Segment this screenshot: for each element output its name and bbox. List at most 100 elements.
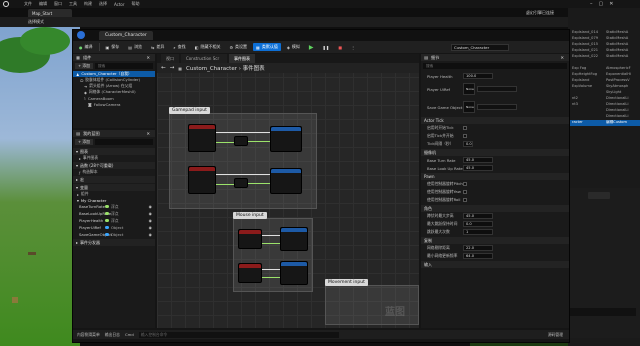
class-settings-button[interactable]: ⚙ 类设置 [226, 43, 250, 51]
debug-target-select[interactable]: Custom_Character [451, 43, 510, 51]
player-uiref-thumbnail[interactable]: None [463, 83, 475, 95]
diff-button[interactable]: ⇆ 差异 [148, 43, 167, 51]
use-pitch-checkbox[interactable] [463, 182, 467, 186]
comment-box[interactable]: Gamepad input [169, 107, 317, 209]
construction-script-item[interactable]: ƒ 构造脚本 [73, 169, 155, 175]
jump-max-count-field[interactable]: 1 [463, 229, 493, 235]
tab-viewport[interactable]: 视口 [161, 54, 179, 63]
menu-tools[interactable]: 工具 [69, 1, 77, 7]
select-mode-button[interactable]: 选择模式 [28, 19, 44, 25]
details-search-input[interactable]: 搜索 [423, 63, 567, 69]
save-game-thumbnail[interactable]: None [463, 101, 475, 113]
stop-button[interactable]: ■ [335, 43, 345, 51]
variable-row[interactable]: BaseTurnRate 浮点 ◉ [73, 203, 155, 210]
graph-node[interactable] [238, 229, 262, 249]
camera-section[interactable]: 摄像机 [421, 149, 569, 156]
more-options-icon[interactable]: ⋮ [348, 43, 358, 51]
add-component-button[interactable]: + 添加 [75, 63, 93, 69]
compile-button[interactable]: ● 编译 [76, 43, 96, 51]
close-icon[interactable]: ✕ [146, 55, 150, 60]
input-section[interactable]: 输入 [421, 261, 569, 268]
min-net-update-field[interactable]: 64.0 [463, 253, 493, 259]
menu-window[interactable]: 窗口 [54, 1, 62, 7]
close-icon[interactable]: ✕ [146, 131, 150, 136]
close-icon[interactable]: ✕ [560, 55, 564, 60]
menu-help[interactable]: 帮助 [132, 1, 140, 7]
player-uiref-select[interactable] [477, 86, 517, 92]
player-health-field[interactable]: 100.0 [463, 73, 493, 79]
save-game-select[interactable] [477, 104, 517, 110]
base-look-up-rate-field[interactable]: 45.0 [463, 165, 493, 171]
graph-node[interactable] [280, 227, 308, 251]
visibility-eye-icon[interactable]: ◉ [149, 211, 152, 216]
variable-row[interactable]: PlayerUiRef Object ◉ [73, 224, 155, 231]
variable-row[interactable]: SaveGameObject Object ◉ [73, 231, 155, 238]
start-tick-checkbox[interactable] [463, 126, 467, 130]
graph-breadcrumb[interactable]: Custom_Character › 事件图表 [186, 64, 265, 72]
cmd-dropdown[interactable]: Cmd [125, 332, 134, 337]
browse-button[interactable]: ▤ 浏览 [125, 43, 145, 51]
hide-unrelated-button[interactable]: ◧ 隐藏不相关 [192, 43, 224, 51]
transform-field[interactable] [570, 308, 636, 316]
graph-node[interactable] [238, 263, 262, 283]
graph-node[interactable] [188, 124, 216, 152]
functions-section[interactable]: ▾ 函数 (28个可重载) [73, 162, 155, 169]
outliner-row[interactable]: racter 编辑Custom [570, 120, 640, 126]
tick-interval-field[interactable]: 0.0 [463, 141, 473, 147]
menu-build[interactable]: 构建 [84, 1, 92, 7]
graph-node[interactable] [280, 261, 308, 285]
macros-section[interactable]: ▸ 宏 [73, 176, 155, 183]
find-button[interactable]: ⌕ 查找 [170, 43, 188, 51]
character-section[interactable]: 角色 [421, 205, 569, 212]
visibility-eye-icon[interactable]: ◉ [149, 225, 152, 230]
net-cull-distance-field[interactable]: 22.0 [463, 245, 493, 251]
event-graph-canvas[interactable]: ← → ▦ Custom_Character › 事件图表 Gamepad in… [157, 63, 419, 328]
use-yaw-checkbox[interactable] [463, 190, 467, 194]
graphs-section[interactable]: ▾ 图表 [73, 148, 155, 155]
source-control-button[interactable]: 源码管理 [548, 332, 563, 338]
graph-node[interactable] [234, 136, 248, 146]
event-graph-item[interactable]: ▸ 事件图表 [73, 155, 155, 161]
pause-button[interactable]: ❚❚ [320, 43, 333, 51]
variable-row[interactable]: PlayerHealth 浮点 ◉ [73, 217, 155, 224]
pawn-section[interactable]: Pawn [421, 173, 569, 180]
add-member-button[interactable]: + 添加 [75, 139, 93, 145]
simulate-button[interactable]: ◈ 模拟 [284, 43, 303, 51]
menu-file[interactable]: 文件 [24, 1, 32, 7]
class-defaults-button[interactable]: ▦ 类默认值 [253, 43, 281, 51]
output-log-button[interactable]: 输出日志 [105, 332, 120, 338]
visibility-eye-icon[interactable]: ◉ [149, 232, 152, 237]
base-turn-rate-field[interactable]: 45.0 [463, 157, 493, 163]
content-drawer-button[interactable]: 内容侧滑菜单 [77, 332, 100, 338]
menu-select[interactable]: 选择 [99, 1, 107, 7]
menu-actor[interactable]: Actor [114, 2, 125, 7]
graph-node[interactable] [270, 168, 302, 194]
forward-arrow-icon[interactable]: → [170, 65, 175, 71]
graph-node[interactable] [188, 166, 216, 194]
component-search-input[interactable]: 搜索 [94, 63, 153, 69]
save-button[interactable]: ▣ 保存 [103, 43, 123, 51]
menu-edit[interactable]: 编辑 [39, 1, 47, 7]
graph-node[interactable] [270, 126, 302, 152]
level-tab[interactable]: Map_Start [28, 9, 72, 17]
visibility-eye-icon[interactable]: ◉ [149, 218, 152, 223]
back-arrow-icon[interactable]: ← [161, 65, 166, 71]
graph-node[interactable] [234, 178, 248, 188]
use-roll-checkbox[interactable] [463, 198, 467, 202]
max-step-height-field[interactable]: 45.0 [463, 213, 493, 219]
tab-event-graph[interactable]: 事件图表 [229, 54, 255, 63]
play-button[interactable]: ▶ [306, 43, 317, 51]
comment-box[interactable]: Mouse input [233, 212, 313, 292]
variables-section[interactable]: ▾ 变量 [73, 184, 155, 191]
actor-tick-section[interactable]: Actor Tick [421, 117, 569, 124]
component-tree-item[interactable]: ◙ FollowCamera [73, 101, 155, 107]
tab-construction-script[interactable]: Construction Scr [181, 54, 227, 63]
level-viewport[interactable] [0, 27, 80, 346]
blueprint-tab[interactable]: Custom_Character [99, 31, 153, 40]
variable-row[interactable]: BaseLookUpRate 浮点 ◉ [73, 210, 155, 217]
outliner-add-button[interactable] [588, 192, 610, 199]
event-dispatchers-section[interactable]: ▸ 事件分发器 [73, 239, 155, 246]
console-input[interactable]: 输入控制台命令 [138, 331, 339, 338]
member-search-input[interactable] [94, 139, 153, 145]
replication-section[interactable]: 复制 [421, 237, 569, 244]
